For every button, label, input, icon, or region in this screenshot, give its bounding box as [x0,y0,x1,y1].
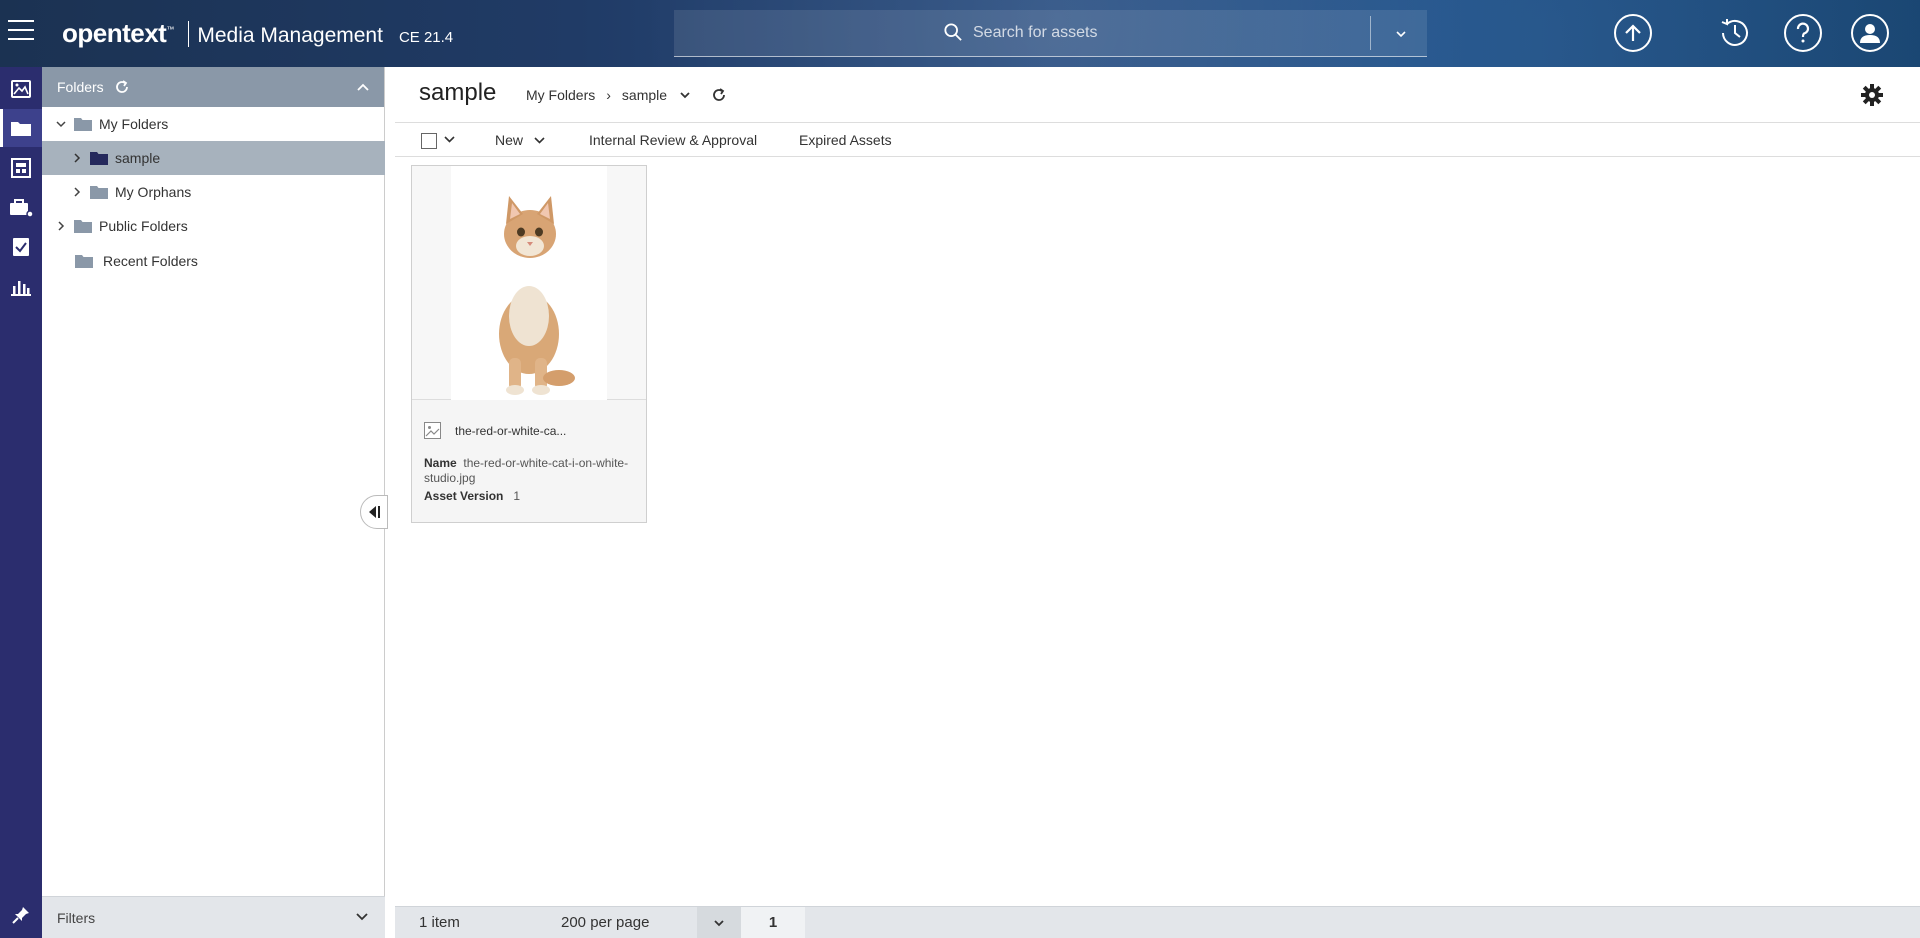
rail-folders[interactable] [0,109,42,147]
chevron-right-icon[interactable] [56,221,66,231]
breadcrumb-my-folders[interactable]: My Folders [526,87,595,103]
folder-icon [74,118,92,131]
folder-icon [90,152,108,165]
folders-panel-title: Folders [57,79,104,95]
collections-icon [11,158,31,178]
brand-divider [188,20,190,47]
filters-section[interactable]: Filters [42,896,385,938]
rail-reports[interactable] [0,268,42,306]
help-button[interactable] [1784,14,1822,52]
user-avatar-icon [1860,24,1880,43]
content-header: sample My Folders › sample [395,67,1920,123]
breadcrumb: My Folders › sample [526,87,727,103]
chevron-right-icon[interactable] [72,153,82,163]
asset-short-name: the-red-or-white-ca... [455,424,567,438]
reports-chart-icon [11,281,31,296]
per-page-value: 200 per page [561,914,650,931]
collapse-sidebar-toggle[interactable] [360,495,388,529]
chevron-down-icon[interactable] [56,119,66,129]
internal-review-approval-button[interactable]: Internal Review & Approval [589,132,757,148]
briefcase-icon [10,199,33,218]
navigation-rail [0,67,42,938]
tree-item-label: My Orphans [115,184,192,200]
new-chevron-down-icon[interactable] [534,136,545,145]
asset-name-row: Name the-red-or-white-cat-i-on-white-stu… [424,456,636,486]
item-count: 1 item [419,914,460,931]
pagination-footer: 1 item 200 per page 1 [395,906,1920,938]
tree-item-recent-folders[interactable]: Recent Folders [42,244,385,278]
upload-arrow-icon [1625,24,1641,41]
tree-item-label: Public Folders [99,218,188,234]
tree-item-my-folders[interactable]: My Folders [42,107,385,141]
product-name: Media Management [197,24,383,47]
asset-metadata: Name the-red-or-white-cat-i-on-white-stu… [424,456,636,504]
refresh-folders-icon[interactable] [114,79,130,95]
breadcrumb-separator: › [606,87,611,103]
tree-item-sample[interactable]: sample [42,141,385,175]
hamburger-menu-icon[interactable] [8,20,34,44]
pin-icon [12,907,29,924]
asset-card[interactable]: the-red-or-white-ca... Name the-red-or-w… [411,165,647,523]
rail-pin[interactable] [0,896,42,934]
asset-thumbnail[interactable] [412,166,646,400]
collapse-panel-chevron-up-icon[interactable] [356,81,370,93]
search-options-chevron-down-icon[interactable] [1386,24,1416,44]
tree-item-public-folders[interactable]: Public Folders [42,209,385,243]
page-number-button[interactable]: 1 [741,907,805,938]
history-button[interactable] [1716,14,1754,52]
new-menu-button[interactable]: New [495,132,523,148]
folders-icon [11,121,31,136]
collapse-left-icon [369,506,380,518]
brand: opentext ™ Media Management CE 21.4 [62,18,453,49]
upload-button[interactable] [1614,14,1652,52]
chevron-down-icon[interactable] [355,911,369,923]
asset-thumbnail-image [451,166,607,400]
cat-image-icon [499,196,575,395]
content-toolbar: New Internal Review & Approval Expired A… [395,123,1920,157]
image-file-icon [424,422,441,439]
search-bar [674,10,1473,57]
asset-version-row: Asset Version 1 [424,489,636,504]
folder-icon [74,220,92,233]
images-icon [11,80,31,98]
refresh-icon[interactable] [711,87,727,103]
search-divider [1370,16,1371,50]
breadcrumb-chevron-down-icon[interactable] [679,90,691,100]
chevron-down-icon [714,919,724,926]
asset-version-label: Asset Version [424,489,504,503]
user-profile-button[interactable] [1851,14,1889,52]
brand-logo: opentext [62,18,167,48]
filters-label: Filters [57,909,96,926]
product-version: CE 21.4 [398,29,454,46]
gear-icon[interactable] [1860,83,1884,107]
asset-name-label: Name [424,456,457,470]
expired-assets-button[interactable]: Expired Assets [799,132,892,148]
breadcrumb-sample[interactable]: sample [622,87,667,103]
main-content: sample My Folders › sample New Internal … [395,67,1920,938]
history-clock-icon [1721,19,1748,46]
per-page-dropdown[interactable] [697,907,741,938]
search-icon[interactable] [944,23,962,41]
tree-item-label: sample [115,150,161,166]
tasks-check-icon [13,238,29,256]
folder-icon [90,186,108,199]
folders-panel: Folders My Folders sample My Orphans Pub… [42,67,385,938]
chevron-right-icon[interactable] [72,187,82,197]
rail-images[interactable] [0,70,42,108]
rail-collections[interactable] [0,149,42,187]
trademark-mark: ™ [166,25,175,34]
asset-version-value: 1 [513,489,521,503]
rail-tasks[interactable] [0,228,42,266]
select-all-checkbox[interactable] [421,133,437,149]
folders-panel-header: Folders [42,67,384,107]
tree-item-my-orphans[interactable]: My Orphans [42,175,385,209]
rail-briefcase[interactable] [0,189,42,227]
select-options-chevron-down-icon[interactable] [444,135,455,144]
tree-item-label: Recent Folders [103,253,198,269]
tree-item-label: My Folders [99,116,169,132]
folder-icon [75,255,93,268]
app-header: opentext ™ Media Management CE 21.4 [0,0,1920,67]
help-question-icon [1796,22,1810,43]
page-title: sample [419,79,497,106]
